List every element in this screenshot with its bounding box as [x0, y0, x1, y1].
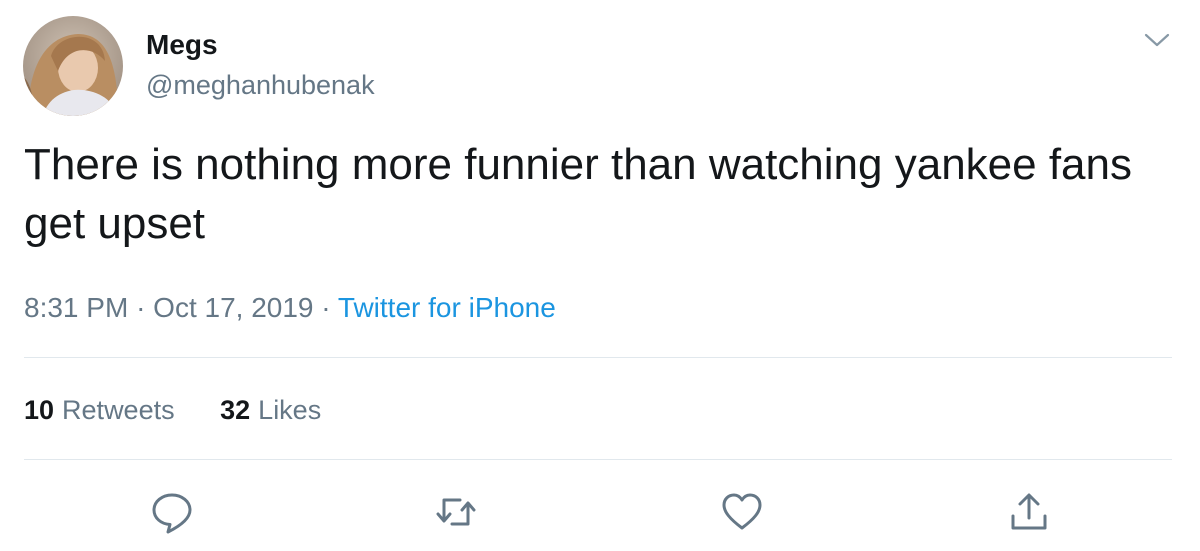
meta-separator: ·	[136, 292, 146, 323]
retweets-count: 10	[24, 395, 55, 425]
avatar[interactable]	[23, 16, 123, 116]
heart-icon[interactable]	[720, 490, 764, 534]
display-name[interactable]: Megs	[146, 28, 218, 62]
meta-separator: ·	[321, 292, 331, 323]
likes-count: 32	[220, 395, 251, 425]
share-icon[interactable]	[1007, 490, 1051, 534]
divider	[24, 459, 1172, 460]
tweet-time[interactable]: 8:31 PM	[24, 292, 128, 323]
tweet-source-link[interactable]: Twitter for iPhone	[338, 292, 556, 323]
chevron-down-icon[interactable]	[1140, 26, 1174, 54]
retweet-icon[interactable]	[434, 490, 478, 534]
likes-label: Likes	[258, 395, 322, 425]
divider	[24, 357, 1172, 358]
tweet-metadata: 8:31 PM · Oct 17, 2019 · Twitter for iPh…	[24, 290, 556, 326]
tweet-text: There is nothing more funnier than watch…	[24, 140, 1132, 248]
user-handle[interactable]: @meghanhubenak	[146, 68, 375, 102]
retweets-stat[interactable]: 10 Retweets	[24, 393, 175, 427]
reply-icon[interactable]	[150, 490, 194, 534]
tweet-stats: 10 Retweets 32 Likes	[24, 393, 321, 427]
likes-stat[interactable]: 32 Likes	[220, 393, 321, 427]
retweets-label: Retweets	[62, 395, 175, 425]
tweet-card: Megs @meghanhubenak There is nothing mor…	[0, 0, 1200, 551]
tweet-date[interactable]: Oct 17, 2019	[153, 292, 313, 323]
